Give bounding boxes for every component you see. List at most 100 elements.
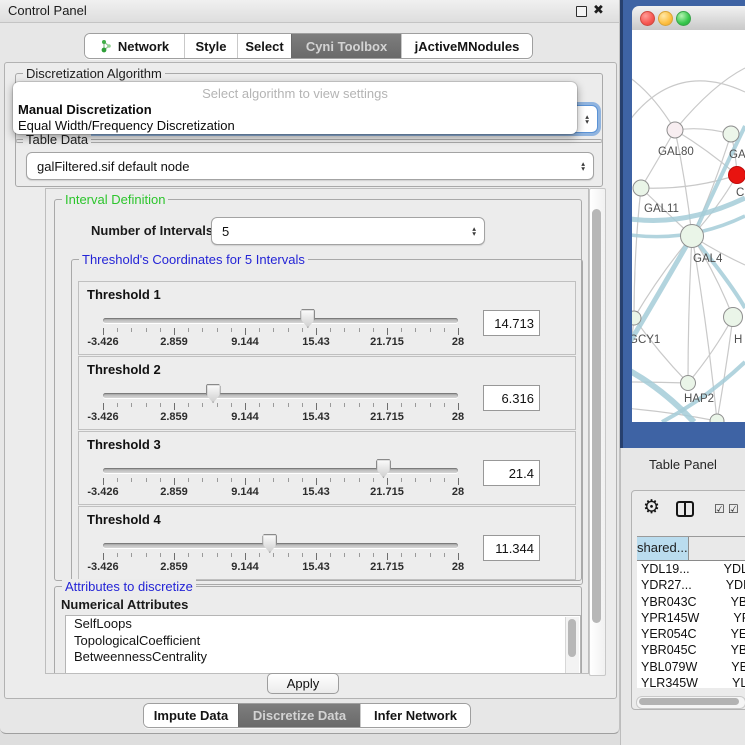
attribute-item-topologicalcoefficient[interactable]: TopologicalCoefficient (66, 633, 580, 650)
network-node[interactable] (710, 414, 724, 422)
network-node-c[interactable] (729, 167, 745, 184)
slider-handle[interactable] (376, 459, 391, 478)
scrollbar-thumb[interactable] (639, 698, 739, 705)
tick-mark (316, 478, 317, 485)
threshold-3-slider[interactable]: -3.4262.8599.14415.4321.71528 (79, 432, 519, 504)
settings-vertical-scrollbar[interactable] (589, 188, 606, 676)
tab-cyni-toolbox[interactable]: Cyni Toolbox (291, 34, 401, 58)
scale-label: 9.144 (223, 336, 267, 348)
checkbox-icon[interactable]: ☑ (728, 502, 739, 516)
gear-icon[interactable]: ⚙ (643, 496, 660, 519)
threshold-panel-3: Threshold 3-3.4262.8599.14415.4321.71528 (78, 431, 576, 505)
tick-mark (387, 328, 388, 335)
table-row[interactable]: YPR145WYPR1 (637, 610, 745, 626)
slider-track[interactable] (103, 468, 458, 473)
tab-network[interactable]: Network (85, 34, 184, 58)
threshold-2-slider[interactable]: -3.4262.8599.14415.4321.71528 (79, 357, 519, 429)
table-horizontal-scrollbar[interactable] (636, 696, 745, 709)
network-node-h[interactable] (724, 308, 743, 327)
network-edge (634, 188, 641, 318)
split-columns-icon[interactable] (676, 501, 694, 517)
scrollbar-thumb[interactable] (568, 619, 576, 657)
table-row[interactable]: YBR045CYBR0 (637, 642, 745, 658)
attributes-scrollbar[interactable] (565, 617, 579, 673)
column-header-name[interactable]: na (689, 537, 745, 560)
tick-mark (160, 328, 161, 332)
tab-jactivemnodules[interactable]: jActiveMNodules (401, 34, 532, 58)
tick-mark (259, 553, 260, 557)
tick-mark (146, 478, 147, 482)
algorithm-option-equal-width-frequency-discretization[interactable]: Equal Width/Frequency Discretization (18, 118, 572, 134)
slider-track[interactable] (103, 318, 458, 323)
tick-mark (302, 403, 303, 407)
cell-name: YBL0 (697, 659, 745, 675)
table-row[interactable]: YLR345WYLR3 (637, 675, 745, 688)
table-row[interactable]: YDR27...YDR2 (637, 577, 745, 593)
tab-infer-network[interactable]: Infer Network (360, 704, 470, 727)
network-node-gal4[interactable] (681, 225, 704, 248)
network-node-gcy1[interactable] (632, 311, 641, 325)
minimize-traffic-light[interactable] (658, 11, 673, 26)
float-window-icon[interactable] (576, 6, 587, 17)
tick-mark (103, 553, 104, 560)
slider-handle[interactable] (206, 384, 221, 403)
network-graph: GAL80GACGAL11GAL4GCY1HHAP2 (632, 30, 745, 422)
slider-handle[interactable] (262, 534, 277, 553)
scrollbar-thumb[interactable] (592, 209, 601, 623)
scale-label: 9.144 (223, 411, 267, 423)
cell-shared-name: YBR043C (637, 594, 697, 610)
threshold-3-value-field[interactable] (483, 460, 540, 486)
tick-mark (146, 553, 147, 557)
network-edge (632, 75, 675, 130)
cell-shared-name: YPR145W (637, 610, 699, 626)
column-header-shared-name[interactable]: shared... (637, 537, 689, 560)
number-of-intervals-spinner[interactable]: 5 ▴▾ (211, 217, 485, 245)
cell-shared-name: YBR045C (637, 642, 697, 658)
tick-mark (160, 403, 161, 407)
table-data-combobox[interactable]: galFiltered.sif default node ▴▾ (26, 152, 594, 180)
network-node-ga[interactable] (723, 126, 739, 142)
tick-mark (160, 553, 161, 557)
tick-mark (245, 403, 246, 410)
tab-discretize-data[interactable]: Discretize Data (238, 704, 360, 727)
zoom-traffic-light[interactable] (676, 11, 691, 26)
slider-track[interactable] (103, 543, 458, 548)
scale-label: 2.859 (152, 411, 196, 423)
table-row[interactable]: YER054CYER0 (637, 626, 745, 642)
threshold-2-value-field[interactable] (483, 385, 540, 411)
scale-label: -3.426 (81, 336, 125, 348)
checkbox-icon[interactable]: ☑ (714, 502, 725, 516)
network-node-gal80[interactable] (667, 122, 683, 138)
close-icon[interactable]: ✖ (593, 2, 604, 18)
network-edge (634, 318, 688, 383)
table-panel-region: Table Panel ⚙ ☑ ☑ shared... na YDL19...Y… (620, 448, 745, 745)
network-node-gal11[interactable] (633, 180, 649, 196)
tab-impute-data[interactable]: Impute Data (144, 704, 238, 727)
tab-style[interactable]: Style (184, 34, 237, 58)
table-row[interactable]: YBL079WYBL0 (637, 659, 745, 675)
tick-mark (444, 403, 445, 407)
attribute-item-betweennesscentrality[interactable]: BetweennessCentrality (66, 649, 580, 666)
threshold-1-slider[interactable]: -3.4262.8599.14415.4321.71528 (79, 282, 519, 354)
attribute-item-selfloops[interactable]: SelfLoops (66, 616, 580, 633)
tick-mark (373, 403, 374, 407)
slider-track[interactable] (103, 393, 458, 398)
numerical-attributes-list[interactable]: SelfLoopsTopologicalCoefficientBetweenne… (65, 615, 581, 674)
tick-mark (146, 328, 147, 332)
algorithm-option-manual-discretization[interactable]: Manual Discretization (18, 102, 572, 118)
apply-button[interactable]: Apply (267, 673, 339, 694)
network-canvas[interactable]: GAL80GACGAL11GAL4GCY1HHAP2 (632, 30, 745, 422)
tick-mark (131, 478, 132, 482)
threshold-4-value-field[interactable] (483, 535, 540, 561)
slider-handle[interactable] (300, 309, 315, 328)
table-row[interactable]: YDL19...YDL1 (637, 561, 745, 577)
threshold-1-value-field[interactable] (483, 310, 540, 336)
table-row[interactable]: YBR043CYBR0 (637, 594, 745, 610)
close-traffic-light[interactable] (640, 11, 655, 26)
table-panel: ⚙ ☑ ☑ shared... na YDL19...YDL1YDR27...Y… (631, 490, 745, 710)
tab-select[interactable]: Select (237, 34, 291, 58)
tick-mark (302, 478, 303, 482)
network-node-hap2[interactable] (681, 376, 696, 391)
threshold-4-slider[interactable]: -3.4262.8599.14415.4321.71528 (79, 507, 519, 579)
bottom-tab-bar: Impute DataDiscretize DataInfer Network (143, 703, 471, 728)
